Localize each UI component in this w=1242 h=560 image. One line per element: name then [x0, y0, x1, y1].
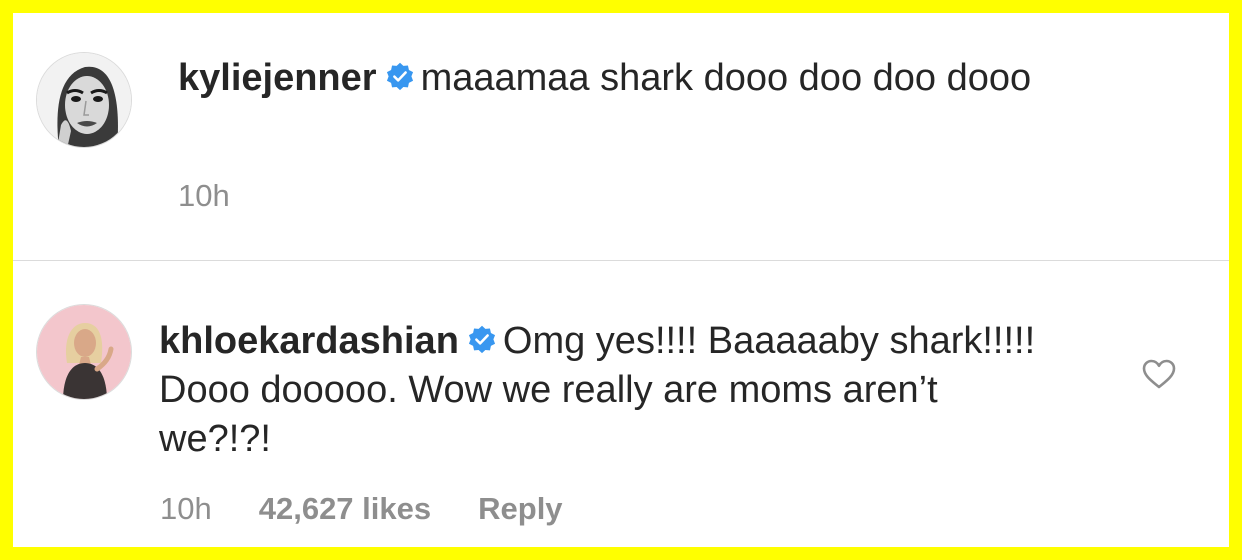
heart-outline-icon[interactable] [1141, 358, 1177, 390]
verified-badge-icon [468, 325, 495, 354]
comment-text-block: khloekardashian Omg yes!!!! Baaaaaby sha… [159, 317, 1059, 464]
comment-username[interactable]: khloekardashian [159, 320, 459, 362]
avatar[interactable] [36, 52, 132, 148]
verified-badge-icon [386, 62, 413, 91]
comment-timestamp[interactable]: 10h [160, 491, 212, 526]
avatar[interactable] [36, 304, 132, 400]
likes-count[interactable]: 42,627 likes [259, 491, 431, 526]
comment-body: maaamaa shark dooo doo doo dooo [420, 57, 1032, 99]
comment-username[interactable]: kyliejenner [178, 57, 377, 99]
highlight-frame: kyliejenner maaamaa shark dooo doo doo d… [0, 0, 1242, 560]
avatar-portrait-image [37, 305, 131, 399]
comment: khloekardashian Omg yes!!!! Baaaaaby sha… [13, 261, 1229, 547]
comment: kyliejenner maaamaa shark dooo doo doo d… [13, 13, 1229, 260]
comment-text-block: kyliejenner maaamaa shark dooo doo doo d… [178, 54, 1078, 103]
comment-meta: 10h 42,627 likes Reply [160, 491, 610, 527]
comments-panel: kyliejenner maaamaa shark dooo doo doo d… [13, 13, 1229, 547]
comment-meta: 10h [178, 178, 277, 214]
comment-timestamp[interactable]: 10h [178, 178, 230, 213]
avatar-portrait-image [37, 53, 131, 147]
reply-button[interactable]: Reply [478, 491, 562, 526]
